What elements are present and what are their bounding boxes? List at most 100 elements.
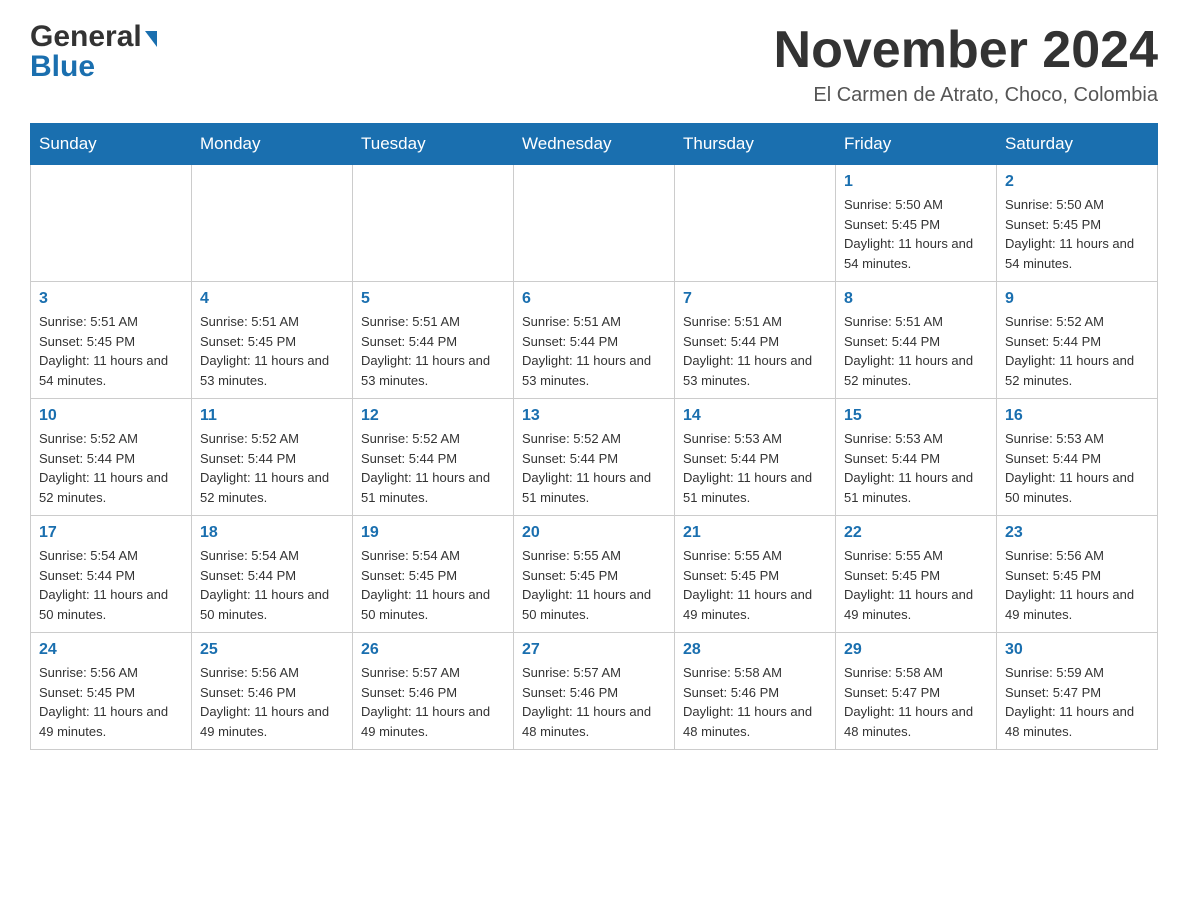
month-title: November 2024 [774, 20, 1158, 80]
day-info: Sunrise: 5:59 AM Sunset: 5:47 PM Dayligh… [1005, 663, 1149, 741]
day-number: 1 [844, 173, 988, 191]
calendar-cell: 1 Sunrise: 5:50 AM Sunset: 5:45 PM Daylig… [836, 165, 997, 282]
calendar-cell: 4 Sunrise: 5:51 AM Sunset: 5:45 PM Daylig… [192, 282, 353, 399]
day-number: 7 [683, 290, 827, 308]
logo-general: General [30, 20, 142, 54]
calendar-cell: 15Sunrise: 5:53 AM Sunset: 5:44 PM Dayli… [836, 399, 997, 516]
day-info: Sunrise: 5:52 AM Sunset: 5:44 PM Dayligh… [1005, 312, 1149, 390]
calendar-cell: 11Sunrise: 5:52 AM Sunset: 5:44 PM Dayli… [192, 399, 353, 516]
calendar-cell: 5 Sunrise: 5:51 AM Sunset: 5:44 PM Daylig… [353, 282, 514, 399]
day-header-tuesday: Tuesday [353, 124, 514, 165]
calendar-cell: 13 Sunrise: 5:52 AM Sunset: 5:44 PM Dayli… [514, 399, 675, 516]
day-number: 3 [39, 290, 183, 308]
calendar-cell: 9 Sunrise: 5:52 AM Sunset: 5:44 PM Daylig… [997, 282, 1158, 399]
day-info: Sunrise: 5:53 AM Sunset: 5:44 PM Dayligh… [844, 429, 988, 507]
calendar-cell [31, 165, 192, 282]
day-info: Sunrise: 5:56 AM Sunset: 5:46 PM Dayligh… [200, 663, 344, 741]
calendar-cell: 3Sunrise: 5:51 AM Sunset: 5:45 PM Daylig… [31, 282, 192, 399]
week-row-1: 1 Sunrise: 5:50 AM Sunset: 5:45 PM Daylig… [31, 165, 1158, 282]
logo: General Blue [30, 20, 157, 84]
calendar-cell [675, 165, 836, 282]
day-number: 25 [200, 641, 344, 659]
day-info: Sunrise: 5:55 AM Sunset: 5:45 PM Dayligh… [683, 546, 827, 624]
day-info: Sunrise: 5:55 AM Sunset: 5:45 PM Dayligh… [522, 546, 666, 624]
day-number: 23 [1005, 524, 1149, 542]
day-number: 9 [1005, 290, 1149, 308]
title-area: November 2024 El Carmen de Atrato, Choco… [774, 20, 1158, 107]
week-row-4: 17 Sunrise: 5:54 AM Sunset: 5:44 PM Dayli… [31, 516, 1158, 633]
day-info: Sunrise: 5:56 AM Sunset: 5:45 PM Dayligh… [39, 663, 183, 741]
calendar-cell: 25 Sunrise: 5:56 AM Sunset: 5:46 PM Dayli… [192, 633, 353, 750]
day-number: 12 [361, 407, 505, 425]
day-header-wednesday: Wednesday [514, 124, 675, 165]
day-info: Sunrise: 5:54 AM Sunset: 5:44 PM Dayligh… [200, 546, 344, 624]
calendar-cell [192, 165, 353, 282]
calendar-cell: 28Sunrise: 5:58 AM Sunset: 5:46 PM Dayli… [675, 633, 836, 750]
calendar-cell [353, 165, 514, 282]
calendar-cell: 21 Sunrise: 5:55 AM Sunset: 5:45 PM Dayli… [675, 516, 836, 633]
calendar-cell: 29Sunrise: 5:58 AM Sunset: 5:47 PM Dayli… [836, 633, 997, 750]
day-number: 5 [361, 290, 505, 308]
day-info: Sunrise: 5:51 AM Sunset: 5:44 PM Dayligh… [844, 312, 988, 390]
day-number: 24 [39, 641, 183, 659]
day-info: Sunrise: 5:54 AM Sunset: 5:44 PM Dayligh… [39, 546, 183, 624]
day-info: Sunrise: 5:51 AM Sunset: 5:45 PM Dayligh… [200, 312, 344, 390]
week-row-5: 24 Sunrise: 5:56 AM Sunset: 5:45 PM Dayli… [31, 633, 1158, 750]
calendar-cell: 22 Sunrise: 5:55 AM Sunset: 5:45 PM Dayli… [836, 516, 997, 633]
calendar-cell: 16Sunrise: 5:53 AM Sunset: 5:44 PM Dayli… [997, 399, 1158, 516]
calendar-cell: 27Sunrise: 5:57 AM Sunset: 5:46 PM Dayli… [514, 633, 675, 750]
day-header-thursday: Thursday [675, 124, 836, 165]
calendar-cell: 18 Sunrise: 5:54 AM Sunset: 5:44 PM Dayli… [192, 516, 353, 633]
day-number: 20 [522, 524, 666, 542]
calendar-cell: 19Sunrise: 5:54 AM Sunset: 5:45 PM Dayli… [353, 516, 514, 633]
calendar-table: SundayMondayTuesdayWednesdayThursdayFrid… [30, 123, 1158, 750]
day-number: 18 [200, 524, 344, 542]
day-info: Sunrise: 5:52 AM Sunset: 5:44 PM Dayligh… [39, 429, 183, 507]
day-info: Sunrise: 5:52 AM Sunset: 5:44 PM Dayligh… [522, 429, 666, 507]
day-number: 4 [200, 290, 344, 308]
calendar-cell [514, 165, 675, 282]
calendar-cell: 6 Sunrise: 5:51 AM Sunset: 5:44 PM Daylig… [514, 282, 675, 399]
day-header-sunday: Sunday [31, 124, 192, 165]
day-info: Sunrise: 5:56 AM Sunset: 5:45 PM Dayligh… [1005, 546, 1149, 624]
calendar-cell: 26 Sunrise: 5:57 AM Sunset: 5:46 PM Dayli… [353, 633, 514, 750]
day-number: 17 [39, 524, 183, 542]
day-info: Sunrise: 5:50 AM Sunset: 5:45 PM Dayligh… [1005, 195, 1149, 273]
day-number: 10 [39, 407, 183, 425]
day-number: 26 [361, 641, 505, 659]
day-info: Sunrise: 5:52 AM Sunset: 5:44 PM Dayligh… [361, 429, 505, 507]
calendar-cell: 7Sunrise: 5:51 AM Sunset: 5:44 PM Daylig… [675, 282, 836, 399]
day-number: 8 [844, 290, 988, 308]
day-info: Sunrise: 5:57 AM Sunset: 5:46 PM Dayligh… [361, 663, 505, 741]
day-info: Sunrise: 5:58 AM Sunset: 5:46 PM Dayligh… [683, 663, 827, 741]
day-info: Sunrise: 5:53 AM Sunset: 5:44 PM Dayligh… [1005, 429, 1149, 507]
day-number: 14 [683, 407, 827, 425]
day-info: Sunrise: 5:52 AM Sunset: 5:44 PM Dayligh… [200, 429, 344, 507]
day-info: Sunrise: 5:51 AM Sunset: 5:44 PM Dayligh… [522, 312, 666, 390]
day-header-monday: Monday [192, 124, 353, 165]
calendar-cell: 20 Sunrise: 5:55 AM Sunset: 5:45 PM Dayli… [514, 516, 675, 633]
calendar-cell: 12 Sunrise: 5:52 AM Sunset: 5:44 PM Dayli… [353, 399, 514, 516]
calendar-cell: 2 Sunrise: 5:50 AM Sunset: 5:45 PM Daylig… [997, 165, 1158, 282]
day-info: Sunrise: 5:58 AM Sunset: 5:47 PM Dayligh… [844, 663, 988, 741]
calendar-cell: 23 Sunrise: 5:56 AM Sunset: 5:45 PM Dayli… [997, 516, 1158, 633]
page-header: General Blue November 2024 El Carmen de … [30, 20, 1158, 107]
calendar-cell: 30 Sunrise: 5:59 AM Sunset: 5:47 PM Dayli… [997, 633, 1158, 750]
day-info: Sunrise: 5:50 AM Sunset: 5:45 PM Dayligh… [844, 195, 988, 273]
week-row-2: 3 Sunrise: 5:51 AM Sunset: 5:45 PM Daylig… [31, 282, 1158, 399]
location: El Carmen de Atrato, Choco, Colombia [774, 84, 1158, 107]
day-number: 13 [522, 407, 666, 425]
day-info: Sunrise: 5:57 AM Sunset: 5:46 PM Dayligh… [522, 663, 666, 741]
calendar-cell: 8 Sunrise: 5:51 AM Sunset: 5:44 PM Daylig… [836, 282, 997, 399]
day-number: 6 [522, 290, 666, 308]
day-info: Sunrise: 5:51 AM Sunset: 5:44 PM Dayligh… [361, 312, 505, 390]
logo-triangle-icon [145, 31, 157, 47]
day-info: Sunrise: 5:53 AM Sunset: 5:44 PM Dayligh… [683, 429, 827, 507]
day-info: Sunrise: 5:55 AM Sunset: 5:45 PM Dayligh… [844, 546, 988, 624]
calendar-cell: 14 Sunrise: 5:53 AM Sunset: 5:44 PM Dayli… [675, 399, 836, 516]
day-number: 21 [683, 524, 827, 542]
day-number: 2 [1005, 173, 1149, 191]
day-number: 22 [844, 524, 988, 542]
day-number: 30 [1005, 641, 1149, 659]
calendar-cell: 24 Sunrise: 5:56 AM Sunset: 5:45 PM Dayli… [31, 633, 192, 750]
